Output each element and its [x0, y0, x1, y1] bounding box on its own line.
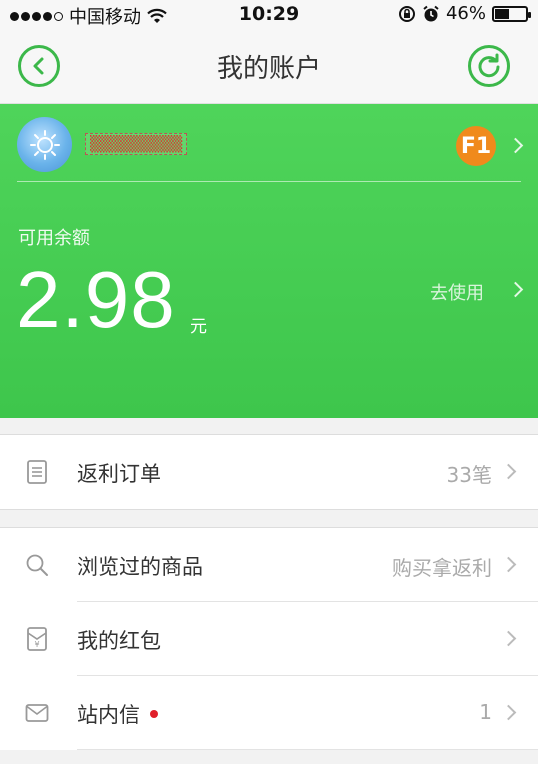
balance-label: 可用余额 — [18, 228, 90, 249]
list-item-label: 浏览过的商品 — [77, 555, 203, 579]
profile-chevron-icon[interactable] — [507, 137, 524, 154]
nav-bar: 我的账户 — [0, 28, 538, 104]
row-divider — [77, 749, 538, 750]
red-envelope-icon: ¥ — [25, 626, 49, 652]
list-item-label: 返利订单 — [77, 462, 161, 486]
battery-icon — [492, 5, 531, 22]
chevron-right-icon — [500, 556, 517, 573]
orders-section: 返利订单 33笔 — [0, 434, 538, 510]
username: ▒▒▒▒▒▒▒▒ — [85, 133, 188, 155]
sun-icon — [29, 129, 60, 160]
chevron-right-icon — [500, 463, 517, 480]
battery-level — [495, 8, 509, 19]
svg-text:¥: ¥ — [34, 640, 39, 649]
page-title: 我的账户 — [216, 54, 321, 84]
list-item-value: 33笔 — [446, 463, 492, 487]
unread-count: 1 — [479, 700, 492, 724]
search-icon — [25, 552, 49, 578]
mail-icon — [25, 700, 49, 726]
list-item-browsed-products[interactable]: 浏览过的商品 购买拿返利 — [0, 528, 538, 602]
list-item-label: 站内信 — [77, 699, 158, 729]
balance-unit: 元 — [190, 317, 207, 337]
list-item-value: 购买拿返利 — [392, 556, 492, 580]
list-item-rebate-orders[interactable]: 返利订单 33笔 — [0, 435, 538, 509]
list-item-red-envelopes[interactable]: ¥ 我的红包 — [0, 602, 538, 676]
refresh-button[interactable] — [468, 45, 510, 87]
use-balance-link[interactable]: 去使用 — [430, 279, 484, 305]
status-right: 46% — [398, 3, 531, 24]
chevron-right-icon — [500, 630, 517, 647]
balance-value: 2.98 — [16, 255, 176, 344]
avatar[interactable] — [17, 117, 72, 172]
account-card: ▒▒▒▒▒▒▒▒ F1 可用余额 2.98 元 去使用 — [0, 104, 538, 418]
unread-dot — [150, 710, 158, 718]
document-icon — [25, 459, 49, 485]
level-badge[interactable]: F1 — [456, 126, 496, 166]
chevron-right-icon — [500, 704, 517, 721]
card-divider — [17, 181, 521, 182]
list-item-label: 我的红包 — [77, 629, 161, 653]
rotation-lock-icon — [398, 5, 415, 22]
refresh-icon — [478, 53, 500, 78]
battery-percent: 46% — [445, 3, 486, 24]
list-item-inbox[interactable]: 站内信 1 — [0, 676, 538, 750]
alarm-icon — [423, 5, 439, 21]
use-chevron-icon[interactable] — [507, 281, 524, 298]
more-section: 浏览过的商品 购买拿返利 ¥ 我的红包 站内信 1 — [0, 527, 538, 750]
status-bar: 中国移动 10:29 46% — [0, 0, 538, 28]
inbox-label-text: 站内信 — [77, 703, 140, 727]
